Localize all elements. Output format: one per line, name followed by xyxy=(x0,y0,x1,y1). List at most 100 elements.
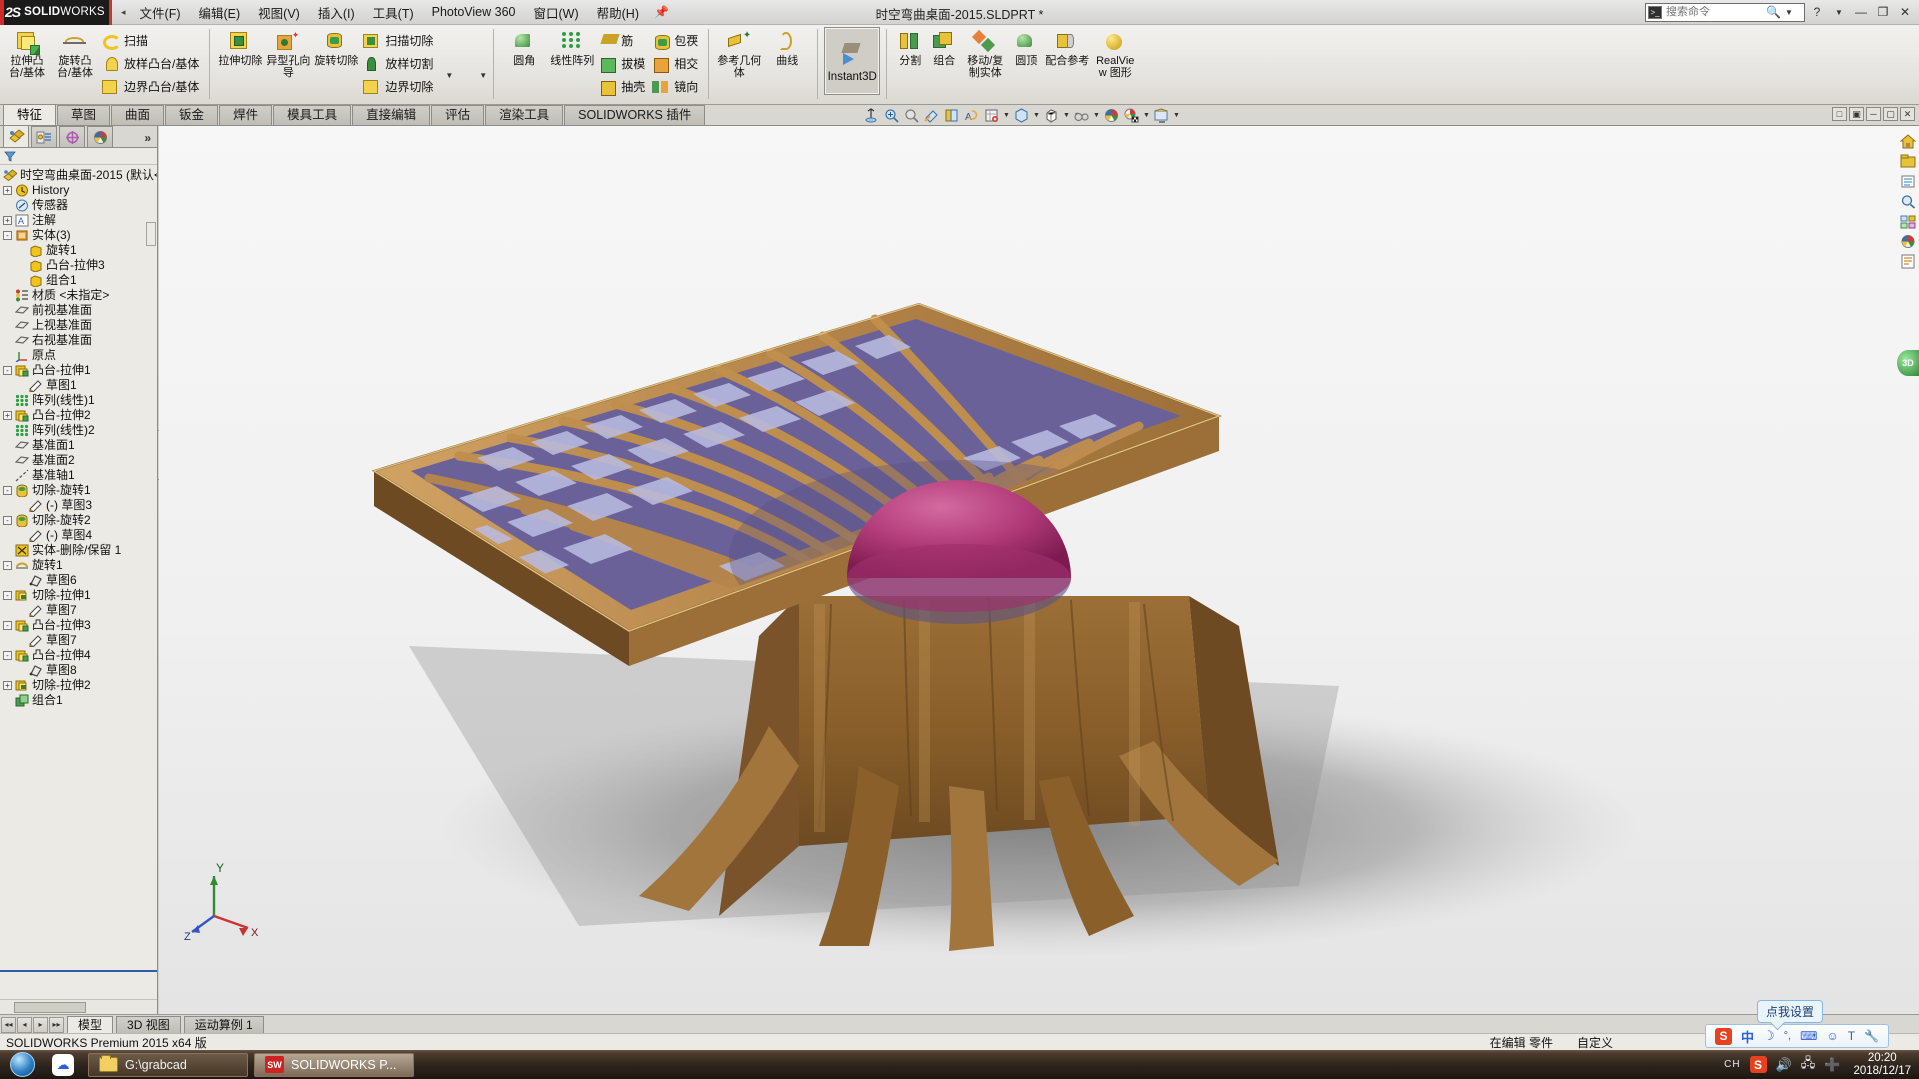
restore-button[interactable]: ❐ xyxy=(1873,2,1893,22)
file-explorer-icon[interactable] xyxy=(1898,172,1918,191)
tree-node[interactable]: 传感器 xyxy=(0,198,157,213)
tree-node[interactable]: 草图7 xyxy=(0,633,157,648)
swept-boss-button[interactable]: 扫描 xyxy=(99,29,203,52)
taskbar-item-solidworks[interactable]: SW SOLIDWORKS P... xyxy=(254,1052,414,1077)
menu-collapse-arrow-icon[interactable]: ◂ xyxy=(116,7,131,18)
tab-weldments[interactable]: 焊件 xyxy=(219,105,273,125)
tree-node[interactable]: 草图7 xyxy=(0,603,157,618)
section-view-icon[interactable] xyxy=(922,106,941,125)
view-settings-icon[interactable] xyxy=(1102,106,1121,125)
tree-node[interactable]: - 凸台-拉伸3 xyxy=(0,618,157,633)
tree-expander[interactable]: + xyxy=(3,411,12,420)
tab-mold-tools[interactable]: 模具工具 xyxy=(273,105,352,125)
ime-keyboard-icon[interactable]: ⌨ xyxy=(1800,1029,1817,1043)
tree-node[interactable]: 阵列(线性)2 xyxy=(0,423,157,438)
minimize-button[interactable]: — xyxy=(1851,2,1871,22)
design-library-icon[interactable] xyxy=(1898,152,1918,171)
model-3d-render[interactable]: Y X Z xyxy=(159,126,1919,1014)
search-box[interactable]: >_ 🔍 ▼ xyxy=(1645,2,1805,22)
boundary-boss-button[interactable]: 边界凸台/基体 xyxy=(99,75,203,98)
display-style-dropdown-icon[interactable]: ▼ xyxy=(1002,112,1011,119)
doc-maximize-button[interactable]: ▢ xyxy=(1883,107,1898,121)
doc-tab-3dviews[interactable]: 3D 视图 xyxy=(116,1016,181,1033)
wrap-button[interactable]: 包覄 xyxy=(649,29,702,52)
menu-window[interactable]: 窗口(W) xyxy=(525,0,588,26)
instant3d-button[interactable]: Instant3D xyxy=(824,27,881,95)
reference-geometry-button[interactable]: ✦ 参考几何体 xyxy=(715,27,763,79)
tree-node[interactable]: - 切除-旋转2 xyxy=(0,513,157,528)
tree-node[interactable]: 上视基准面 xyxy=(0,318,157,333)
tree-node[interactable]: 实体-删除/保留 1 xyxy=(0,543,157,558)
menu-view[interactable]: 视图(V) xyxy=(249,0,309,26)
hole-wizard-button[interactable]: ✦ 异型孔向导 xyxy=(264,27,312,79)
zoom-to-area-icon[interactable] xyxy=(882,106,901,125)
tree-expander[interactable]: - xyxy=(3,591,12,600)
ime-punctuation-icon[interactable]: °, xyxy=(1784,1030,1791,1042)
extruded-boss-button[interactable]: 拉伸凸台/基体 xyxy=(3,27,51,79)
tree-node[interactable]: - 旋转1 xyxy=(0,558,157,573)
tree-node[interactable]: 右视基准面 xyxy=(0,333,157,348)
viewport-icon[interactable] xyxy=(1152,106,1171,125)
tree-expander[interactable]: - xyxy=(3,651,12,660)
taskbar-item-explorer[interactable]: G:\grabcad xyxy=(88,1052,248,1077)
appearance-apply-dropdown-icon[interactable]: ▼ xyxy=(1142,112,1151,119)
feature-tree-tab[interactable] xyxy=(3,125,29,147)
home-icon[interactable] xyxy=(1898,132,1918,151)
cut-dropdown-2-icon[interactable]: ▼ xyxy=(479,71,487,80)
menu-file[interactable]: 文件(F) xyxy=(131,0,190,26)
shell-button[interactable]: 抽壳 xyxy=(596,75,649,98)
help-dropdown-icon[interactable]: ▼ xyxy=(1829,2,1849,22)
view-orientation-icon[interactable] xyxy=(942,106,961,125)
appearance-dropdown-icon[interactable]: ▼ xyxy=(1062,112,1071,119)
split-button[interactable]: 分割 xyxy=(893,27,927,68)
tab-features[interactable]: 特征 xyxy=(3,104,57,125)
tree-node[interactable]: 材质 <未指定> xyxy=(0,288,157,303)
menu-tools[interactable]: 工具(T) xyxy=(364,0,423,26)
tab-render-tools[interactable]: 渲染工具 xyxy=(485,105,564,125)
configuration-manager-tab[interactable] xyxy=(59,126,85,147)
viewport-dropdown-icon[interactable]: ▼ xyxy=(1172,112,1181,119)
tree-node[interactable]: + 凸台-拉伸2 xyxy=(0,408,157,423)
nav-next-icon[interactable]: ▸ xyxy=(33,1016,48,1033)
ime-settings-tooltip[interactable]: 点我设置 xyxy=(1756,1000,1823,1023)
revolved-boss-button[interactable]: 旋转凸台/基体 xyxy=(51,27,99,79)
extruded-cut-button[interactable]: 拉伸切除 xyxy=(216,27,264,68)
custom-properties-icon[interactable] xyxy=(1898,252,1918,271)
ime-floating-bar[interactable]: S 中 ☽ °, ⌨ ☺ T 🔧 xyxy=(1704,1024,1889,1048)
search-dropdown-icon[interactable]: ▼ xyxy=(1785,8,1793,17)
tree-node[interactable]: 基准面2 xyxy=(0,453,157,468)
tree-node[interactable]: + 切除-拉伸2 xyxy=(0,678,157,693)
tree-expander[interactable]: - xyxy=(3,621,12,630)
rib-button[interactable]: 筋 xyxy=(596,29,649,52)
tree-node[interactable]: 前视基准面 xyxy=(0,303,157,318)
intersect-button[interactable]: 相交 xyxy=(649,52,702,75)
tree-node[interactable]: 原点 xyxy=(0,348,157,363)
tree-node[interactable]: - 实体(3) xyxy=(0,228,157,243)
menu-edit[interactable]: 编辑(E) xyxy=(190,0,250,26)
baidu-netdisk-quicklaunch[interactable]: ☁ xyxy=(44,1050,82,1079)
search-library-icon[interactable] xyxy=(1898,192,1918,211)
tree-node[interactable]: 草图6 xyxy=(0,573,157,588)
doc-tab-model[interactable]: 模型 xyxy=(67,1016,114,1033)
tree-node[interactable]: (-) 草图3 xyxy=(0,498,157,513)
display-style-icon[interactable] xyxy=(982,106,1001,125)
tree-expander[interactable]: + xyxy=(3,681,12,690)
tree-horizontal-scrollbar[interactable] xyxy=(0,999,157,1014)
tree-expander[interactable]: + xyxy=(3,186,12,195)
feature-filter-bar[interactable] xyxy=(0,148,157,165)
nav-prev-icon[interactable]: ◂ xyxy=(17,1016,32,1033)
tree-node[interactable]: - 凸台-拉伸1 xyxy=(0,363,157,378)
previous-view-icon[interactable] xyxy=(902,106,921,125)
tree-node[interactable]: 基准面1 xyxy=(0,438,157,453)
tree-node[interactable]: 组合1 xyxy=(0,693,157,708)
ime-user-icon[interactable]: ☺ xyxy=(1826,1029,1838,1043)
view-selector-tag[interactable]: 3D xyxy=(1897,350,1919,376)
nav-last-icon[interactable]: ▸▸ xyxy=(49,1016,64,1033)
tab-direct-editing[interactable]: 直接编辑 xyxy=(352,105,431,125)
tree-splitter-box[interactable] xyxy=(146,222,156,246)
help-button[interactable]: ? xyxy=(1807,2,1827,22)
nav-first-icon[interactable]: ◂◂ xyxy=(1,1016,16,1033)
search-icon[interactable]: 🔍 xyxy=(1766,5,1781,19)
ime-skin-icon[interactable]: T xyxy=(1848,1029,1855,1043)
edit-appearance-icon[interactable] xyxy=(1042,106,1061,125)
